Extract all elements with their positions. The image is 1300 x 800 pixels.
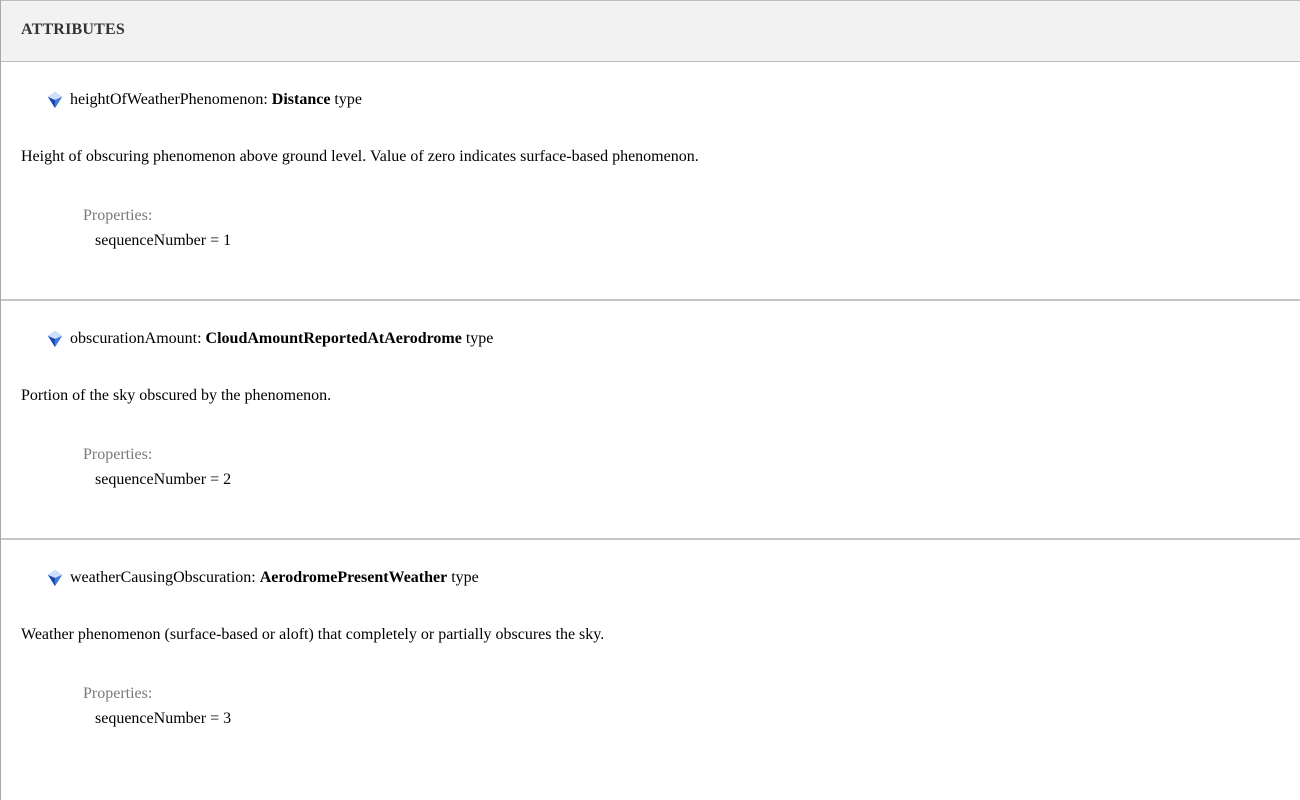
attribute-name: heightOfWeatherPhenomenon: bbox=[70, 91, 268, 108]
property-sequence-number: sequenceNumber = 2 bbox=[95, 471, 232, 488]
section-title: ATTRIBUTES bbox=[21, 21, 125, 38]
attribute-type: AerodromePresentWeather bbox=[259, 569, 448, 586]
attribute-type-suffix: type bbox=[334, 91, 362, 108]
attribute-gem-icon bbox=[48, 92, 62, 108]
attribute-name: obscurationAmount: bbox=[70, 330, 202, 347]
properties-label: Properties: bbox=[83, 446, 153, 463]
attributes-panel: ATTRIBUTES heightOfWeatherPhenomenon: Di… bbox=[0, 0, 1300, 800]
attribute-description: Portion of the sky obscured by the pheno… bbox=[21, 387, 332, 404]
properties-label: Properties: bbox=[83, 207, 153, 224]
property-sequence-number: sequenceNumber = 3 bbox=[95, 710, 232, 727]
attribute-name: weatherCausingObscuration: bbox=[70, 569, 256, 586]
properties-label: Properties: bbox=[83, 685, 153, 702]
attribute-type: CloudAmountReportedAtAerodrome bbox=[205, 330, 462, 347]
attribute-gem-icon bbox=[48, 331, 62, 347]
attribute-heading: obscurationAmount: CloudAmountReportedAt… bbox=[46, 329, 493, 349]
attribute-type-suffix: type bbox=[465, 330, 494, 347]
attribute-description: Height of obscuring phenomenon above gro… bbox=[21, 148, 699, 165]
attribute-type: Distance bbox=[271, 91, 331, 108]
property-sequence-number: sequenceNumber = 1 bbox=[95, 232, 232, 249]
attribute-description: Weather phenomenon (surface-based or alo… bbox=[21, 626, 605, 643]
attribute-heading: weatherCausingObscuration: AerodromePres… bbox=[46, 568, 479, 588]
attribute-item: obscurationAmount: CloudAmountReportedAt… bbox=[1, 301, 1300, 540]
attribute-item: weatherCausingObscuration: AerodromePres… bbox=[1, 540, 1300, 779]
attribute-item: heightOfWeatherPhenomenon: Distance type… bbox=[1, 62, 1300, 301]
attribute-type-suffix: type bbox=[451, 569, 479, 586]
attribute-heading: heightOfWeatherPhenomenon: Distance type bbox=[46, 90, 362, 110]
attribute-gem-icon bbox=[48, 570, 62, 586]
section-header: ATTRIBUTES bbox=[1, 0, 1300, 62]
